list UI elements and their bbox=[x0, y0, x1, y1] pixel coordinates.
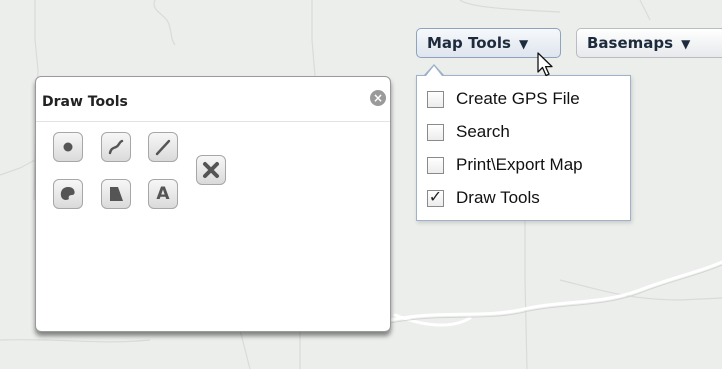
close-icon[interactable]: × bbox=[370, 90, 386, 106]
freehand-polygon-tool-button[interactable] bbox=[53, 179, 83, 209]
menu-item-print-export-map[interactable]: Print\Export Map bbox=[427, 153, 583, 177]
menu-item-label: Search bbox=[456, 122, 510, 141]
map-tools-label: Map Tools bbox=[427, 34, 511, 52]
clear-graphics-button[interactable] bbox=[196, 155, 226, 185]
menu-item-label: Print\Export Map bbox=[456, 155, 583, 174]
checkbox[interactable] bbox=[427, 156, 444, 174]
checkbox-checked[interactable]: ✓ bbox=[427, 189, 444, 207]
clear-x-icon bbox=[203, 162, 219, 178]
chevron-down-icon: ▼ bbox=[518, 37, 529, 51]
text-tool-button[interactable]: A bbox=[148, 179, 178, 209]
polygon-icon bbox=[110, 187, 123, 201]
point-tool-button[interactable] bbox=[53, 132, 83, 162]
text-icon: A bbox=[156, 184, 170, 204]
menu-item-create-gps-file[interactable]: Create GPS File bbox=[427, 87, 580, 111]
line-icon bbox=[155, 139, 171, 156]
point-icon bbox=[63, 142, 73, 152]
menu-item-label: Draw Tools bbox=[456, 188, 540, 207]
freehand-line-tool-button[interactable] bbox=[101, 132, 131, 162]
chevron-down-icon: ▼ bbox=[681, 37, 691, 51]
menu-item-search[interactable]: Search bbox=[427, 120, 510, 144]
checkbox[interactable] bbox=[427, 90, 444, 108]
basemaps-button[interactable]: Basemaps ▼ bbox=[576, 28, 722, 58]
freehand-line-icon bbox=[108, 139, 124, 155]
line-tool-button[interactable] bbox=[148, 132, 178, 162]
map-tools-dropdown: Create GPS File Search Print\Export Map … bbox=[416, 75, 631, 221]
draw-tools-panel: Draw Tools × A bbox=[35, 76, 391, 332]
checkbox[interactable] bbox=[427, 123, 444, 141]
map-roads bbox=[388, 260, 722, 327]
mouse-cursor-icon bbox=[537, 52, 553, 77]
polygon-tool-button[interactable] bbox=[101, 179, 131, 209]
freehand-polygon-icon bbox=[60, 187, 75, 200]
menu-item-draw-tools[interactable]: ✓ Draw Tools bbox=[427, 186, 540, 210]
menu-item-label: Create GPS File bbox=[456, 89, 580, 108]
panel-title: Draw Tools bbox=[42, 94, 128, 110]
dropdown-pointer-fill bbox=[426, 66, 442, 76]
basemaps-label: Basemaps bbox=[587, 34, 674, 52]
panel-header: Draw Tools × bbox=[36, 77, 390, 122]
